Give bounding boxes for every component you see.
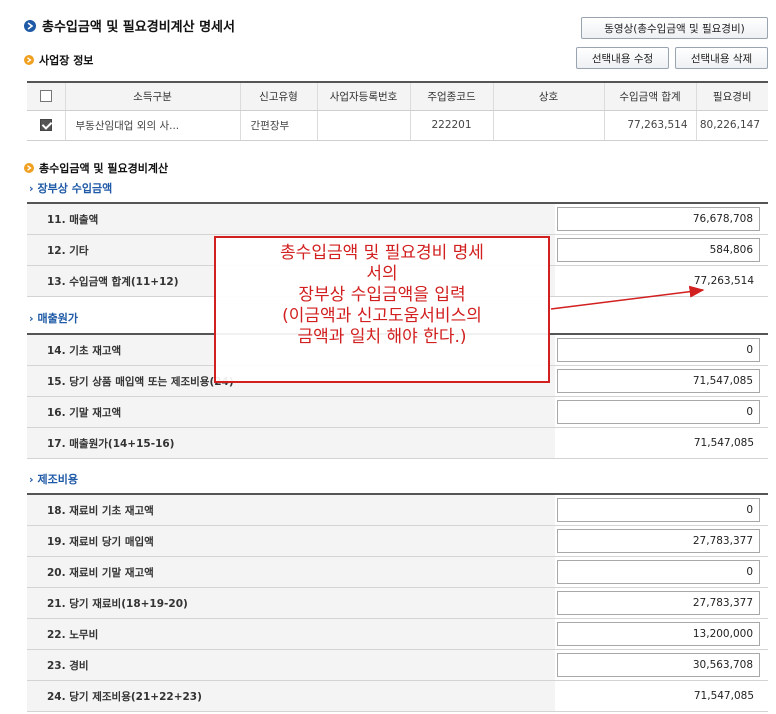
amount-input[interactable] <box>557 498 760 522</box>
page-title: 총수입금액 및 필요경비계산 명세서 <box>24 16 235 35</box>
section-revenue-title: 장부상 수입금액 <box>37 182 113 195</box>
select-all-checkbox[interactable] <box>39 90 52 103</box>
section-mfg-title: 제조비용 <box>37 473 79 486</box>
expense-cell: 80,226,147 <box>695 110 768 141</box>
amount-input[interactable] <box>557 238 760 262</box>
mfg-rows: 18. 재료비 기초 재고액19. 재료비 당기 매입액20. 재료비 기말 재… <box>27 493 768 712</box>
annotation-line: 금액과 일치 해야 한다.) <box>297 327 467 347</box>
calc-row: 24. 당기 제조비용(21+22+23) 71,547,085 <box>27 681 768 712</box>
annotation-line: 장부상 수입금액을 입력 <box>298 285 466 305</box>
section-cogs-title: 매출원가 <box>37 312 79 325</box>
select-all-cell[interactable] <box>27 81 65 111</box>
calc-row: 11. 매출액 <box>27 204 768 235</box>
company-cell <box>492 110 604 141</box>
reg-no-cell <box>316 110 410 141</box>
business-info-title: 사업장 정보 <box>39 54 94 67</box>
table-header-row: 소득구분 신고유형 사업자등록번호 주업종코드 상호 수입금액 합계 필요경비 <box>27 81 768 111</box>
amount-input[interactable] <box>557 400 760 424</box>
calc-row-label: 17. 매출원가(14+15-16) <box>27 428 555 458</box>
calc-heading: 총수입금액 및 필요경비계산 <box>24 160 168 176</box>
calc-row-value-cell <box>555 335 768 365</box>
section-revenue-heading: › 장부상 수입금액 <box>29 180 112 196</box>
calc-row: 17. 매출원가(14+15-16) 71,547,085 <box>27 428 768 459</box>
calc-row-label: 21. 당기 재료비(18+19-20) <box>27 588 555 618</box>
delete-selection-button[interactable]: 선택내용 삭제 <box>675 47 768 69</box>
calc-row-value-cell <box>555 495 768 525</box>
row-select-cell[interactable] <box>27 110 65 141</box>
col-expense: 필요경비 <box>695 81 768 111</box>
calc-row-label: 18. 재료비 기초 재고액 <box>27 495 555 525</box>
col-industry-code: 주업종코드 <box>409 81 493 111</box>
calc-row: 19. 재료비 당기 매입액 <box>27 526 768 557</box>
calc-row-value-cell <box>555 235 768 265</box>
report-type-cell: 간편장부 <box>239 110 317 141</box>
calc-row-label: 22. 노무비 <box>27 619 555 649</box>
calc-row: 16. 기말 재고액 <box>27 397 768 428</box>
calc-row-value-cell <box>555 366 768 396</box>
calc-title: 총수입금액 및 필요경비계산 <box>39 162 169 175</box>
chevron-right-icon: › <box>29 472 34 486</box>
calc-row-label: 16. 기말 재고액 <box>27 397 555 427</box>
calc-row: 20. 재료비 기말 재고액 <box>27 557 768 588</box>
col-reg-no: 사업자등록번호 <box>316 81 410 111</box>
calc-row-value-cell <box>555 526 768 556</box>
annotation-line: 서의 <box>366 264 398 284</box>
calc-row-label: 19. 재료비 당기 매입액 <box>27 526 555 556</box>
table-row[interactable]: 부동산임대업 외의 사... 간편장부 222201 77,263,514 80… <box>27 110 768 141</box>
calc-row-value-cell <box>555 557 768 587</box>
calc-row: 22. 노무비 <box>27 619 768 650</box>
calc-row-label: 20. 재료비 기말 재고액 <box>27 557 555 587</box>
industry-code-cell: 222201 <box>409 110 493 141</box>
col-company: 상호 <box>492 81 604 111</box>
section-mfg-heading: › 제조비용 <box>29 471 78 487</box>
video-button[interactable]: 동영상(총수입금액 및 필요경비) <box>581 17 768 39</box>
calc-row-value-cell <box>555 650 768 680</box>
amount-input[interactable] <box>557 653 760 677</box>
calc-row-total: 71,547,085 <box>693 437 754 449</box>
calc-row: 23. 경비 <box>27 650 768 681</box>
amount-input[interactable] <box>557 529 760 553</box>
calc-row-label: 24. 당기 제조비용(21+22+23) <box>27 681 555 711</box>
page-title-text: 총수입금액 및 필요경비계산 명세서 <box>42 20 235 35</box>
chevron-right-icon: › <box>29 181 34 195</box>
calc-row-total: 71,547,085 <box>693 690 754 702</box>
calc-row-label: 11. 매출액 <box>27 204 555 234</box>
calc-row-value-cell <box>555 204 768 234</box>
revenue-total-cell: 77,263,514 <box>603 110 696 141</box>
amount-input[interactable] <box>557 591 760 615</box>
business-table: 소득구분 신고유형 사업자등록번호 주업종코드 상호 수입금액 합계 필요경비 … <box>27 81 768 141</box>
calc-row-value-cell <box>555 619 768 649</box>
annotation-line: 총수입금액 및 필요경비 명세 <box>280 243 484 263</box>
amount-input[interactable] <box>557 622 760 646</box>
col-revenue-total: 수입금액 합계 <box>603 81 696 111</box>
calc-row-value-cell <box>555 588 768 618</box>
arrow-right-circle-icon <box>24 19 36 32</box>
chevron-right-icon: › <box>29 311 34 325</box>
calc-row-value-cell <box>555 397 768 427</box>
annotation-box: 총수입금액 및 필요경비 명세 서의 장부상 수입금액을 입력 (이금액과 신고도움서… <box>214 236 550 383</box>
bullet-icon <box>24 163 34 173</box>
amount-input[interactable] <box>557 560 760 584</box>
calc-row: 21. 당기 재료비(18+19-20) <box>27 588 768 619</box>
col-income-type: 소득구분 <box>64 81 240 111</box>
bullet-icon <box>24 55 34 65</box>
amount-input[interactable] <box>557 207 760 231</box>
income-type-cell: 부동산임대업 외의 사... <box>64 110 240 141</box>
section-cogs-heading: › 매출원가 <box>29 310 78 326</box>
business-info-heading: 사업장 정보 <box>24 52 93 68</box>
calc-row-total: 77,263,514 <box>693 275 754 287</box>
row-checkbox[interactable] <box>39 119 52 131</box>
col-report-type: 신고유형 <box>239 81 317 111</box>
annotation-line: (이금액과 신고도움서비스의 <box>282 306 482 326</box>
calc-row: 18. 재료비 기초 재고액 <box>27 495 768 526</box>
amount-input[interactable] <box>557 338 760 362</box>
amount-input[interactable] <box>557 369 760 393</box>
edit-selection-button[interactable]: 선택내용 수정 <box>576 47 669 69</box>
calc-row-label: 23. 경비 <box>27 650 555 680</box>
